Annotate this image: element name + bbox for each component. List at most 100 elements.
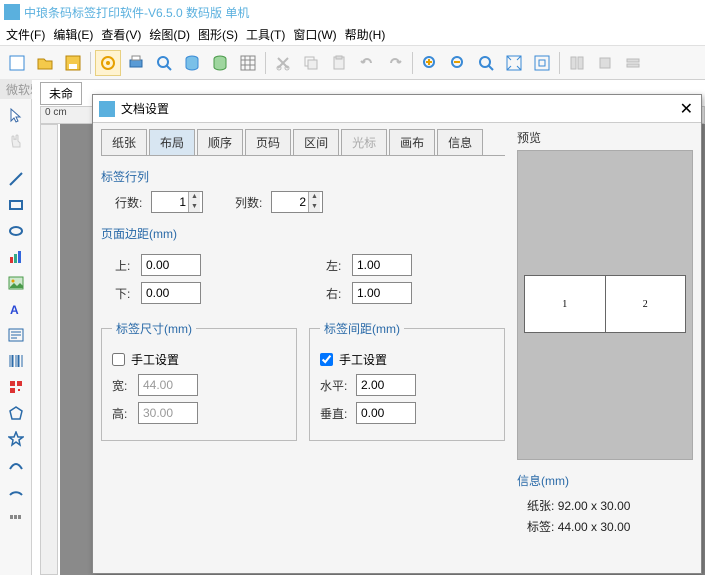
- preview-cell-1: 1: [525, 276, 606, 332]
- menu-file[interactable]: 文件(F): [6, 26, 45, 43]
- rows-input[interactable]: [152, 195, 188, 209]
- dialog-title: 文档设置: [121, 100, 169, 117]
- label-gap-title: 标签间距(mm): [320, 320, 404, 337]
- hand-tool[interactable]: [4, 130, 28, 152]
- size-manual-label: 手工设置: [131, 351, 179, 368]
- line-tool[interactable]: [4, 168, 28, 190]
- rect-tool[interactable]: [4, 194, 28, 216]
- preview-button[interactable]: [151, 50, 177, 76]
- barcode-tool[interactable]: [4, 350, 28, 372]
- cols-spinner[interactable]: ▲▼: [271, 191, 323, 213]
- paste-button[interactable]: [326, 50, 352, 76]
- print-button[interactable]: [123, 50, 149, 76]
- gap-manual-checkbox[interactable]: [320, 353, 333, 366]
- tab-paper[interactable]: 纸张: [101, 129, 147, 155]
- ellipse-tool[interactable]: [4, 220, 28, 242]
- info-paper: 纸张: 92.00 x 30.00: [527, 497, 693, 514]
- qrcode-tool[interactable]: [4, 376, 28, 398]
- size-manual-checkbox[interactable]: [112, 353, 125, 366]
- align3-button[interactable]: [620, 50, 646, 76]
- margin-bottom-input[interactable]: [141, 282, 201, 304]
- preview-cell-2: 2: [606, 276, 686, 332]
- database2-button[interactable]: [207, 50, 233, 76]
- app-title: 中琅条码标签打印软件-V6.5.0 数码版 单机: [24, 4, 249, 21]
- tab-cursor[interactable]: 光标: [341, 129, 387, 155]
- dialog-icon: [99, 101, 115, 117]
- database-button[interactable]: [179, 50, 205, 76]
- text-tool[interactable]: A: [4, 298, 28, 320]
- tab-range[interactable]: 区间: [293, 129, 339, 155]
- margin-bottom-label: 下:: [115, 285, 135, 302]
- preview-area: 1 2: [517, 150, 693, 460]
- zoom-100-button[interactable]: [473, 50, 499, 76]
- image-tool[interactable]: [4, 272, 28, 294]
- menu-help[interactable]: 帮助(H): [345, 26, 386, 43]
- chevron-down-icon[interactable]: ▼: [309, 202, 320, 212]
- rows-spinner[interactable]: ▲▼: [151, 191, 203, 213]
- pointer-tool[interactable]: [4, 104, 28, 126]
- richtext-tool[interactable]: [4, 324, 28, 346]
- align1-button[interactable]: [564, 50, 590, 76]
- save-button[interactable]: [60, 50, 86, 76]
- tab-info[interactable]: 信息: [437, 129, 483, 155]
- margin-right-input[interactable]: [352, 282, 412, 304]
- new-doc-button[interactable]: [4, 50, 30, 76]
- fit-button[interactable]: [501, 50, 527, 76]
- gap-vt-input[interactable]: [356, 402, 416, 424]
- align2-button[interactable]: [592, 50, 618, 76]
- cols-input[interactable]: [272, 195, 308, 209]
- chart-tool[interactable]: [4, 246, 28, 268]
- document-tab[interactable]: 未命: [40, 82, 82, 105]
- menu-view[interactable]: 查看(V): [101, 26, 141, 43]
- app-titlebar: 中琅条码标签打印软件-V6.5.0 数码版 单机: [0, 0, 705, 24]
- left-toolbox: A: [0, 80, 32, 575]
- main-toolbar: [0, 46, 705, 80]
- fit2-button[interactable]: [529, 50, 555, 76]
- svg-text:A: A: [10, 303, 19, 317]
- info-label: 标签: 44.00 x 30.00: [527, 518, 693, 535]
- menu-tool[interactable]: 工具(T): [246, 26, 285, 43]
- gap-hz-input[interactable]: [356, 374, 416, 396]
- preview-sheet: 1 2: [524, 275, 686, 333]
- preview-title: 预览: [517, 129, 693, 146]
- height-input: [138, 402, 198, 424]
- undo-button[interactable]: [354, 50, 380, 76]
- menu-shape[interactable]: 图形(S): [198, 26, 238, 43]
- curve-tool[interactable]: [4, 454, 28, 476]
- tab-page[interactable]: 页码: [245, 129, 291, 155]
- width-input: [138, 374, 198, 396]
- cut-button[interactable]: [270, 50, 296, 76]
- tab-order[interactable]: 顺序: [197, 129, 243, 155]
- margin-top-label: 上:: [115, 257, 135, 274]
- height-label: 高:: [112, 405, 132, 422]
- margin-left-input[interactable]: [352, 254, 412, 276]
- gap-vt-label: 垂直:: [320, 405, 350, 422]
- close-icon[interactable]: ✕: [680, 99, 693, 119]
- zoom-in-button[interactable]: [417, 50, 443, 76]
- polygon-tool[interactable]: [4, 402, 28, 424]
- zoom-out-button[interactable]: [445, 50, 471, 76]
- chevron-down-icon[interactable]: ▼: [189, 202, 200, 212]
- open-button[interactable]: [32, 50, 58, 76]
- ruler-vertical: [40, 124, 58, 575]
- tab-layout[interactable]: 布局: [149, 129, 195, 155]
- star-tool[interactable]: [4, 428, 28, 450]
- tab-canvas[interactable]: 画布: [389, 129, 435, 155]
- grid-button[interactable]: [235, 50, 261, 76]
- redo-button[interactable]: [382, 50, 408, 76]
- menu-window[interactable]: 窗口(W): [293, 26, 336, 43]
- menu-edit[interactable]: 编辑(E): [53, 26, 93, 43]
- chevron-up-icon[interactable]: ▲: [189, 192, 200, 202]
- chevron-up-icon[interactable]: ▲: [309, 192, 320, 202]
- app-icon: [4, 4, 20, 20]
- copy-button[interactable]: [298, 50, 324, 76]
- dialog-tabs: 纸张 布局 顺序 页码 区间 光标 画布 信息: [101, 129, 505, 156]
- margin-top-input[interactable]: [141, 254, 201, 276]
- menu-draw[interactable]: 绘图(D): [149, 26, 190, 43]
- arc-tool[interactable]: [4, 480, 28, 502]
- margin-left-label: 左:: [326, 257, 346, 274]
- more-tool[interactable]: [4, 506, 28, 528]
- cols-label: 列数:: [235, 194, 265, 211]
- rows-label: 行数:: [115, 194, 145, 211]
- settings-button[interactable]: [95, 50, 121, 76]
